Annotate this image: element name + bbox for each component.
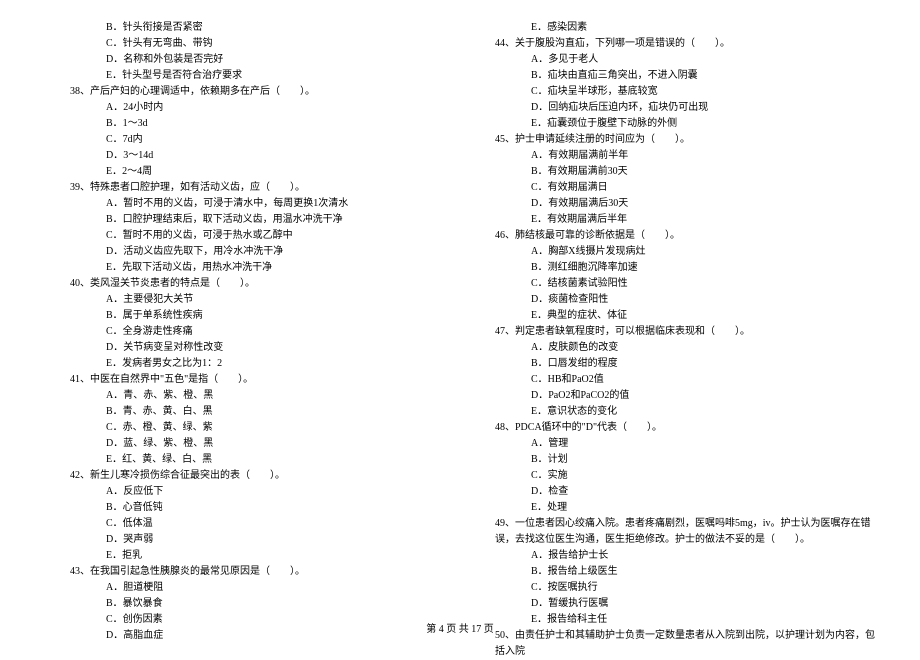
option-line: B．疝块由直疝三角突出，不进入阴囊 bbox=[495, 68, 880, 84]
option-line: C．低体温 bbox=[70, 516, 455, 532]
option-line: A．管理 bbox=[495, 436, 880, 452]
page-footer: 第 4 页 共 17 页 bbox=[0, 620, 920, 635]
option-line: A．报告给护士长 bbox=[495, 548, 880, 564]
option-line: E．2～4周 bbox=[70, 164, 455, 180]
option-line: A．主要侵犯大关节 bbox=[70, 292, 455, 308]
option-line: E．拒乳 bbox=[70, 548, 455, 564]
question-line: 47、判定患者缺氧程度时，可以根据临床表现和（ ）。 bbox=[495, 324, 880, 340]
question-line: 39、特殊患者口腔护理，如有活动义齿，应（ ）。 bbox=[70, 180, 455, 196]
option-line: A．暂时不用的义齿，可浸于清水中，每周更换1次清水 bbox=[70, 196, 455, 212]
option-line: B．测红细胞沉降率加速 bbox=[495, 260, 880, 276]
option-line: B．1～3d bbox=[70, 116, 455, 132]
option-line: A．青、赤、紫、橙、黑 bbox=[70, 388, 455, 404]
option-line: B．有效期届满前30天 bbox=[495, 164, 880, 180]
option-line: A．有效期届满前半年 bbox=[495, 148, 880, 164]
option-line: D．名称和外包装是否完好 bbox=[70, 52, 455, 68]
option-line: E．意识状态的变化 bbox=[495, 404, 880, 420]
option-line: C．有效期届满日 bbox=[495, 180, 880, 196]
option-line: D．痰菌检查阳性 bbox=[495, 292, 880, 308]
question-line: 45、护士申请延续注册的时间应为（ ）。 bbox=[495, 132, 880, 148]
option-line: D．蓝、绿、紫、橙、黑 bbox=[70, 436, 455, 452]
option-line: B．暴饮暴食 bbox=[70, 596, 455, 612]
option-line: D．3～14d bbox=[70, 148, 455, 164]
option-line: E．发病者男女之比为1：2 bbox=[70, 356, 455, 372]
option-line: A．皮肤颜色的改变 bbox=[495, 340, 880, 356]
right-column: E．感染因素44、关于腹股沟直疝，下列哪一项是错误的（ ）。A．多见于老人B．疝… bbox=[475, 20, 880, 660]
option-line: D．有效期届满后30天 bbox=[495, 196, 880, 212]
question-line: 40、类风湿关节炎患者的特点是（ ）。 bbox=[70, 276, 455, 292]
option-line: E．疝囊颈位于腹壁下动脉的外侧 bbox=[495, 116, 880, 132]
option-line: C．7d内 bbox=[70, 132, 455, 148]
option-line: E．典型的症状、体征 bbox=[495, 308, 880, 324]
question-line: 38、产后产妇的心理调适中，依赖期多在产后（ ）。 bbox=[70, 84, 455, 100]
question-line: 46、肺结核最可靠的诊断依据是（ ）。 bbox=[495, 228, 880, 244]
option-line: D．关节病变呈对称性改变 bbox=[70, 340, 455, 356]
option-line: B．口腔护理结束后，取下活动义齿，用温水冲洗干净 bbox=[70, 212, 455, 228]
question-line: 41、中医在自然界中"五色"是指（ ）。 bbox=[70, 372, 455, 388]
option-line: B．计划 bbox=[495, 452, 880, 468]
option-line: D．哭声弱 bbox=[70, 532, 455, 548]
option-line: C．结核菌素试验阳性 bbox=[495, 276, 880, 292]
option-line: C．全身游走性疼痛 bbox=[70, 324, 455, 340]
option-line: B．报告给上级医生 bbox=[495, 564, 880, 580]
question-line: 44、关于腹股沟直疝，下列哪一项是错误的（ ）。 bbox=[495, 36, 880, 52]
option-line: C．实施 bbox=[495, 468, 880, 484]
option-line: E．有效期届满后半年 bbox=[495, 212, 880, 228]
option-line: D．检查 bbox=[495, 484, 880, 500]
option-line: D．暂缓执行医嘱 bbox=[495, 596, 880, 612]
option-line: C．暂时不用的义齿，可浸于热水或乙醇中 bbox=[70, 228, 455, 244]
option-line: E．先取下活动义齿，用热水冲洗干净 bbox=[70, 260, 455, 276]
option-line: E．红、黄、绿、白、黑 bbox=[70, 452, 455, 468]
option-line: D．回纳疝块后压迫内环，疝块仍可出现 bbox=[495, 100, 880, 116]
option-line: B．针头衔接是否紧密 bbox=[70, 20, 455, 36]
page-content: B．针头衔接是否紧密C．针头有无弯曲、带钩D．名称和外包装是否完好E．针头型号是… bbox=[0, 0, 920, 660]
option-line: B．口唇发绀的程度 bbox=[495, 356, 880, 372]
option-line: E．感染因素 bbox=[495, 20, 880, 36]
question-line: 48、PDCA循环中的"D"代表（ ）。 bbox=[495, 420, 880, 436]
option-line: A．反应低下 bbox=[70, 484, 455, 500]
option-line: D．PaO2和PaCO2的值 bbox=[495, 388, 880, 404]
option-line: C．疝块呈半球形，基底较宽 bbox=[495, 84, 880, 100]
option-line: B．属于单系统性疾病 bbox=[70, 308, 455, 324]
option-line: A．胆道梗阻 bbox=[70, 580, 455, 596]
question-line: 49、一位患者因心绞痛入院。患者疼痛剧烈，医嘱吗啡5mg，iv。护士认为医嘱存在… bbox=[495, 516, 880, 548]
question-line: 43、在我国引起急性胰腺炎的最常见原因是（ ）。 bbox=[70, 564, 455, 580]
option-line: B．心音低钝 bbox=[70, 500, 455, 516]
option-line: C．针头有无弯曲、带钩 bbox=[70, 36, 455, 52]
option-line: A．多见于老人 bbox=[495, 52, 880, 68]
question-line: 42、新生儿寒冷损伤综合征最突出的表（ ）。 bbox=[70, 468, 455, 484]
option-line: E．处理 bbox=[495, 500, 880, 516]
option-line: A．24小时内 bbox=[70, 100, 455, 116]
option-line: B．青、赤、黄、白、黑 bbox=[70, 404, 455, 420]
option-line: E．针头型号是否符合治疗要求 bbox=[70, 68, 455, 84]
option-line: C．按医嘱执行 bbox=[495, 580, 880, 596]
option-line: A．胸部X线摄片发现病灶 bbox=[495, 244, 880, 260]
left-column: B．针头衔接是否紧密C．针头有无弯曲、带钩D．名称和外包装是否完好E．针头型号是… bbox=[70, 20, 475, 660]
option-line: C．赤、橙、黄、绿、紫 bbox=[70, 420, 455, 436]
option-line: C．HB和PaO2值 bbox=[495, 372, 880, 388]
option-line: D．活动义齿应先取下，用冷水冲洗干净 bbox=[70, 244, 455, 260]
